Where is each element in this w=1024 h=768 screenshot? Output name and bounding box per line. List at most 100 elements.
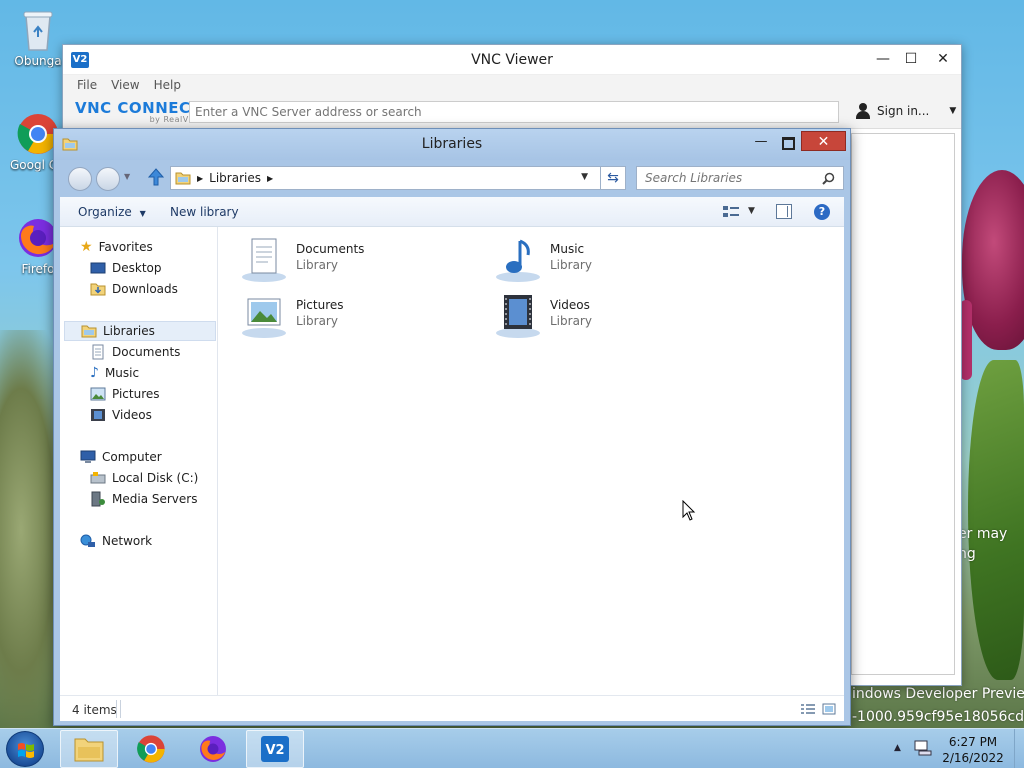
help-icon[interactable]: ? (814, 204, 830, 220)
nav-item-videos[interactable]: Videos (90, 405, 152, 425)
vnc-server-search-input[interactable] (189, 101, 839, 123)
vnc-title-bar[interactable]: V2 VNC Viewer — ☐ ✕ (63, 45, 961, 75)
watermark-line-4: -1000.959cf95e18056cd0 (852, 709, 1024, 725)
show-hidden-icons-chevron-icon[interactable]: ▲ (894, 743, 901, 753)
nav-favorites[interactable]: ★ Favorites (80, 237, 153, 257)
vnc-connect-logo: VNC CONNECT by RealVNC (75, 99, 202, 124)
status-bar: 4 items (60, 695, 844, 721)
organize-button[interactable]: Organize ▼ (78, 205, 146, 219)
watermark-line-1: er may (958, 526, 1008, 542)
mouse-cursor-icon (682, 500, 696, 521)
address-dropdown-chevron-icon[interactable]: ▼ (581, 172, 588, 182)
nav-item-downloads[interactable]: Downloads (90, 279, 178, 299)
nav-libraries[interactable]: Libraries (64, 321, 216, 341)
taskbar: V2 ▲ 6:27 PM 2/16/2022 (0, 728, 1024, 768)
start-button[interactable] (6, 731, 44, 767)
taskbar-chrome-button[interactable] (122, 730, 180, 768)
status-divider (116, 700, 117, 718)
library-item-pictures[interactable]: Pictures Library (232, 289, 462, 339)
explorer-minimize-button[interactable]: — (750, 133, 772, 151)
breadcrumb-arrow-icon: ▶ (197, 173, 204, 183)
taskbar-vnc-viewer-button[interactable]: V2 (246, 730, 304, 768)
forward-button[interactable] (96, 167, 120, 191)
nav-item-local-disk[interactable]: Local Disk (C:) (90, 468, 198, 488)
vnc-maximize-button[interactable]: ☐ (897, 49, 925, 69)
breadcrumb-arrow-icon[interactable]: ▶ (267, 174, 273, 183)
nav-item-media-servers[interactable]: Media Servers (90, 489, 197, 509)
clock-time: 6:27 PM (948, 735, 998, 749)
recent-locations-chevron-icon[interactable]: ▼ (124, 172, 130, 181)
taskbar-firefox-button[interactable] (184, 730, 242, 768)
explorer-window: Libraries — ✕ ▼ ▶ Libraries ▶ ▼ ⇆ Search… (53, 128, 851, 726)
recycle-bin-icon (23, 11, 53, 51)
nav-item-music[interactable]: ♪ Music (90, 363, 139, 383)
explorer-close-button[interactable]: ✕ (801, 131, 846, 151)
navigation-pane: ★ Favorites Desktop Downloads Libraries … (60, 227, 218, 695)
videos-library-icon (496, 295, 540, 338)
pictures-icon (90, 387, 106, 401)
chrome-icon (137, 735, 165, 763)
breadcrumb-libraries[interactable]: Libraries (209, 171, 261, 185)
music-note-icon: ♪ (90, 365, 99, 381)
clock-date: 2/16/2022 (942, 751, 1004, 765)
star-icon: ★ (80, 239, 93, 255)
libraries-folder-icon (81, 325, 97, 338)
view-options-chevron-icon[interactable]: ▼ (748, 206, 755, 216)
pictures-library-icon (242, 298, 286, 338)
desktop-icon-recycle-bin[interactable]: Obunga (10, 8, 66, 68)
user-icon (855, 103, 871, 119)
firefox-icon (200, 736, 226, 762)
svg-text:V2: V2 (265, 743, 284, 758)
sign-in-button[interactable]: Sign in... ▼ (855, 103, 956, 119)
preview-pane-icon[interactable] (776, 204, 792, 219)
vnc-close-button[interactable]: ✕ (929, 49, 957, 69)
address-bar[interactable]: ▶ Libraries ▶ ▼ (170, 166, 625, 190)
documents-library-icon (242, 238, 286, 282)
taskbar-clock[interactable]: 6:27 PM 2/16/2022 (938, 734, 1008, 766)
explorer-maximize-button[interactable] (776, 133, 798, 151)
nav-item-desktop[interactable]: Desktop (90, 258, 162, 278)
show-desktop-button[interactable] (1014, 729, 1024, 768)
vnc-menu-bar: File View Help (63, 75, 961, 95)
large-icons-view-icon[interactable] (822, 703, 836, 715)
library-item-videos[interactable]: Videos Library (486, 289, 716, 339)
library-item-documents[interactable]: Documents Library (232, 233, 462, 283)
computer-icon (80, 450, 96, 463)
vnc-minimize-button[interactable]: — (869, 49, 897, 69)
item-count: 4 items (72, 703, 117, 717)
library-item-music[interactable]: Music Library (486, 233, 716, 283)
nav-item-documents[interactable]: Documents (90, 342, 180, 362)
chevron-down-icon: ▼ (949, 106, 957, 116)
vnc-window-title: VNC Viewer (471, 52, 553, 68)
desktop-icon (90, 262, 106, 274)
menu-view[interactable]: View (111, 78, 139, 92)
explorer-window-title: Libraries (421, 136, 483, 152)
status-divider (120, 700, 121, 718)
refresh-button[interactable]: ⇆ (600, 166, 626, 190)
vnc-viewer-icon: V2 (261, 736, 289, 762)
change-view-icon[interactable] (722, 204, 740, 220)
media-server-icon (91, 491, 105, 507)
up-arrow-icon[interactable] (148, 168, 164, 186)
network-tray-icon[interactable] (914, 740, 932, 756)
taskbar-explorer-button[interactable] (60, 730, 118, 768)
back-button[interactable] (68, 167, 92, 191)
nav-network[interactable]: Network (80, 531, 152, 551)
libraries-folder-icon (175, 172, 191, 185)
nav-item-pictures[interactable]: Pictures (90, 384, 160, 404)
search-libraries-input[interactable] (636, 166, 844, 190)
explorer-title-bar[interactable]: Libraries — ✕ (54, 129, 850, 160)
hard-drive-icon (90, 472, 106, 484)
desktop-wallpaper-leaf (968, 360, 1024, 680)
watermark-line-3: indows Developer Preview (852, 686, 1024, 702)
nav-computer[interactable]: Computer (80, 447, 162, 467)
details-view-icon[interactable] (800, 703, 816, 715)
libraries-content-view: Documents Library Music Library Pictures… (220, 227, 844, 695)
search-icon[interactable] (822, 172, 835, 185)
menu-file[interactable]: File (77, 78, 97, 92)
menu-help[interactable]: Help (154, 78, 181, 92)
new-library-button[interactable]: New library (170, 205, 239, 219)
music-library-icon (496, 239, 540, 282)
videos-icon (91, 409, 105, 421)
vnc-content-panel (851, 133, 955, 675)
